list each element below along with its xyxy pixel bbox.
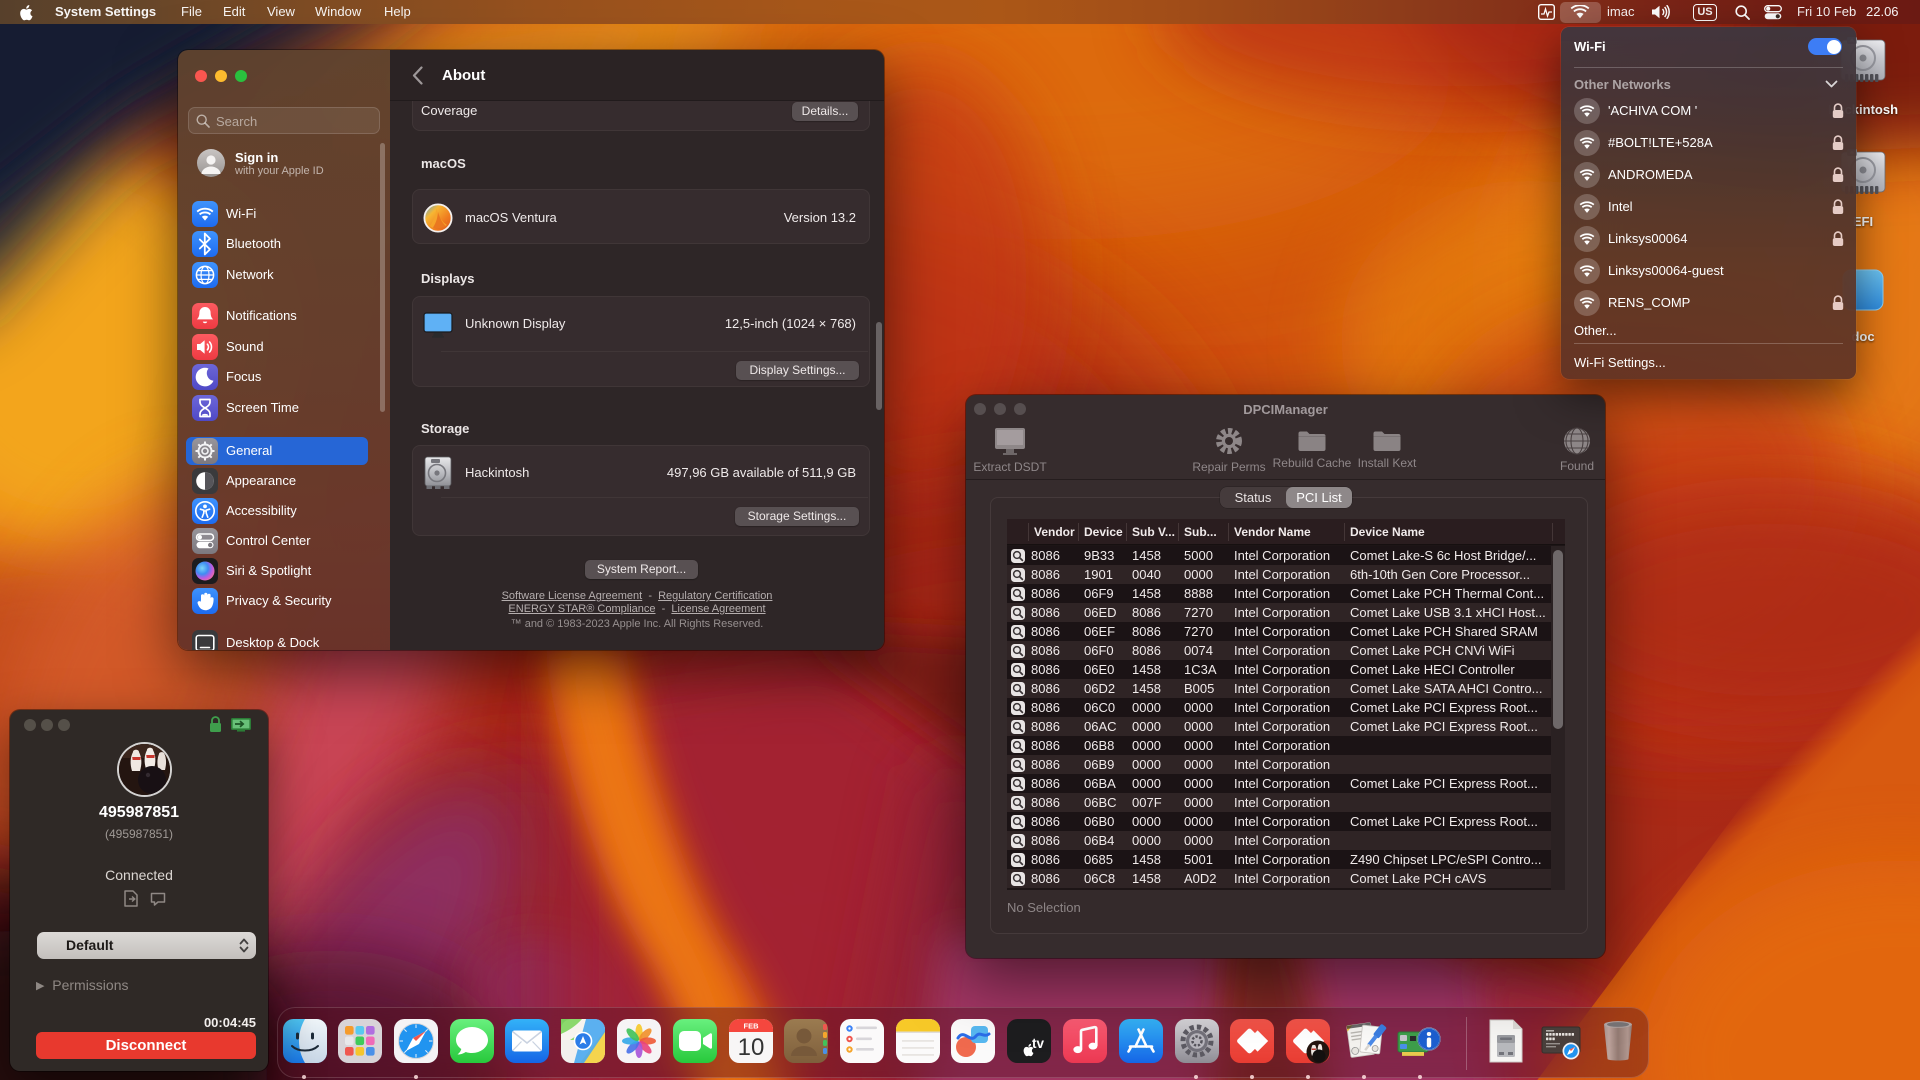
svg-text:tv: tv bbox=[1032, 1036, 1044, 1051]
svg-text:FEB: FEB bbox=[744, 1022, 760, 1031]
svg-text:10: 10 bbox=[738, 1034, 765, 1061]
